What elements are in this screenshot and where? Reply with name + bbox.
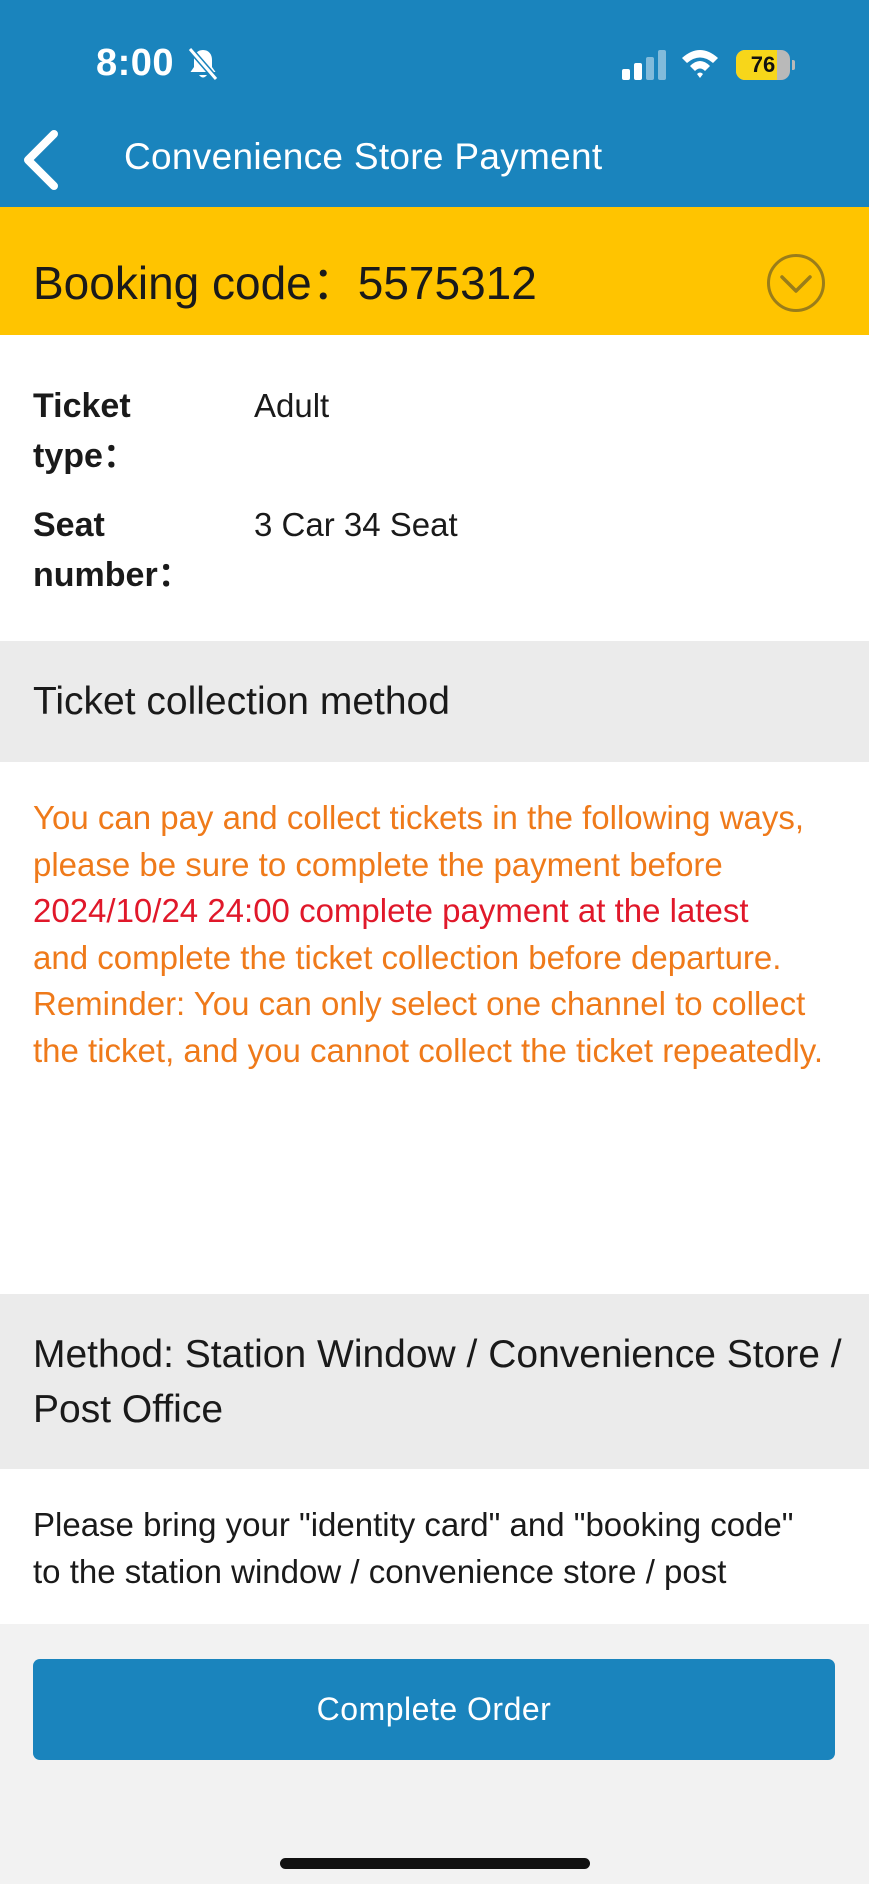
complete-order-button[interactable]: Complete Order [33,1659,835,1760]
bell-slash-icon [187,47,219,81]
seat-number-value: 3 Car 34 Seat [254,506,458,543]
battery-tip [792,60,795,70]
page-title: Convenience Store Payment [124,136,603,177]
collection-method-header: Ticket collection method [0,641,869,762]
notice-line-deadline: 2024/10/24 24:00 complete payment at the… [33,892,749,929]
payment-screen: 8:00 76 Convenience Store Payment Bookin… [0,0,869,1884]
collection-method-title: Ticket collection method [33,680,450,723]
bottom-action-area: Complete Order [0,1624,869,1884]
method-header: Method: Station Window / Convenience Sto… [0,1294,869,1469]
notice-text: You can pay and collect tickets in the f… [33,795,833,1074]
battery-body: 76 [736,50,790,80]
battery-level: 76 [750,52,776,77]
cellular-signal-icon [622,50,666,80]
ticket-type-label: Ticket type： [33,387,137,475]
top-bar: 8:00 76 Convenience Store Payment [0,0,869,207]
collection-notice: You can pay and collect tickets in the f… [0,762,869,1294]
booking-code-bar[interactable]: Booking code：5575312 [0,207,869,335]
notice-line-ways: You can pay and collect tickets in the f… [33,799,805,836]
booking-code-label: Booking code：5575312 [33,257,537,309]
ticket-type-value: Adult [254,387,330,424]
chevron-left-icon [24,130,58,190]
notice-line-reminder: Reminder: You can only select one channe… [33,985,824,1069]
status-time: 8:00 [96,42,175,84]
notice-line-departure: and complete the ticket collection befor… [33,938,782,976]
home-indicator[interactable] [280,1858,590,1869]
ticket-info: Ticket type： Adult Seat number： 3 Car 34… [0,335,869,641]
notice-line-payment: please be sure to complete the payment b… [33,845,723,883]
battery-icon: 76 [736,50,795,80]
back-button[interactable] [14,128,74,192]
seat-number-label: Seat number： [33,506,192,594]
method-instructions: Please bring your "identity card" and "b… [0,1469,869,1624]
method-title: Method: Station Window / Convenience Sto… [33,1333,842,1431]
chevron-down-circle-icon[interactable] [765,252,827,314]
instructions-text: Please bring your "identity card" and "b… [33,1502,833,1595]
instructions-line-bring: Please bring your "identity card" and "b… [33,1506,794,1543]
instructions-line-location: to the station window / convenience stor… [33,1552,727,1590]
wifi-icon [682,50,718,78]
